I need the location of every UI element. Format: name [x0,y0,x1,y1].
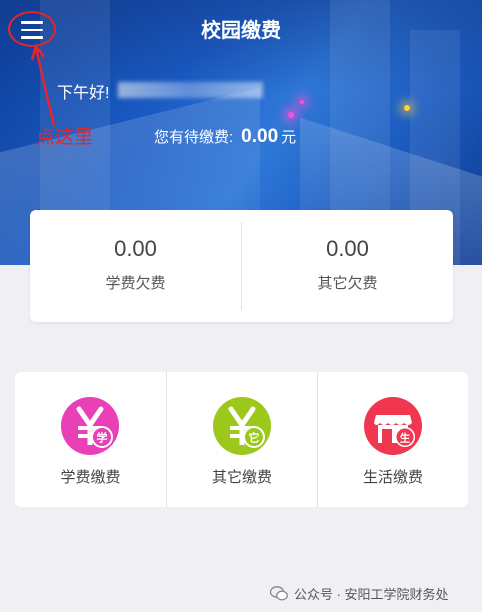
pending-unit: 元 [281,129,297,146]
page-title: 校园缴费 [201,20,281,42]
svg-text:它: 它 [249,431,260,445]
other-payment-label: 其它缴费 [211,469,272,486]
other-arrears-label: 其它欠费 [317,275,378,292]
living-payment-button[interactable]: 生 生活缴费 [317,372,468,507]
banner-light [288,112,294,118]
banner-light [404,105,410,111]
arrears-card: 0.00 学费欠费 0.00 其它欠费 [30,210,453,322]
annotation-arrow [30,43,56,127]
tuition-arrears[interactable]: 0.00 学费欠费 [30,210,241,322]
tuition-arrears-label: 学费欠费 [105,275,166,292]
tuition-arrears-value: 0.00 [114,236,157,261]
footer-watermark: 公众号 · 安阳工学院财务处 [270,584,449,603]
yen-study-icon: 学 [61,397,119,455]
yen-other-icon: 它 [213,397,271,455]
banner-light [300,100,304,104]
redacted-username [118,82,263,98]
shop-life-icon: 生 [364,397,422,455]
living-payment-label: 生活缴费 [362,469,423,486]
wechat-icon [270,586,288,601]
other-arrears-value: 0.00 [326,236,369,261]
greeting-text: 下午好! [57,85,110,102]
tuition-payment-button[interactable]: 学 学费缴费 [15,372,166,507]
tuition-payment-label: 学费缴费 [60,469,121,486]
annotation-text: 点这里 [36,127,94,148]
pending-label: 您有待缴费: [154,129,234,146]
other-payment-button[interactable]: 它 其它缴费 [166,372,317,507]
svg-text:生: 生 [400,432,411,445]
svg-text:学: 学 [97,431,108,445]
payment-grid: 学 学费缴费 它 其它缴费 生 生活缴费 [15,372,468,507]
pending-amount: 0.00 [241,126,279,147]
other-arrears[interactable]: 0.00 其它欠费 [242,210,453,322]
pending-payment: 您有待缴费: 0.00 元 [154,126,296,148]
footer-text: 公众号 · 安阳工学院财务处 [294,587,449,602]
